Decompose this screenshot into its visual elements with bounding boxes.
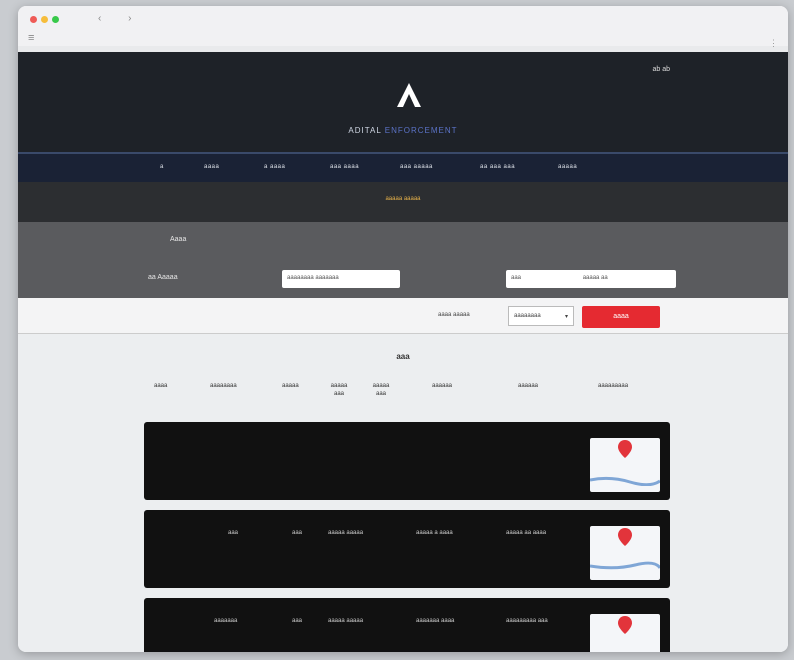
browser-window: ‹ › ≡ ⋮ ab ab ADITAL ENFORCEMENT a aaaa …: [18, 6, 788, 652]
sub-header: aaaaa aaaaa: [18, 182, 788, 222]
map-pin-icon: [618, 528, 632, 546]
column-header: aaaaaa: [518, 383, 539, 389]
card-cell: aaaaaaa: [214, 618, 238, 624]
card-cell: aaa: [228, 530, 239, 536]
map-road-icon: [590, 476, 660, 486]
minimize-dot-icon[interactable]: [41, 16, 48, 23]
brand-prefix: ADITAL: [348, 126, 382, 135]
map-thumbnail[interactable]: [590, 614, 660, 652]
column-header: aaaaa aaa: [330, 383, 348, 397]
map-road-icon: [590, 561, 660, 570]
filter-label-2: aa Aaaaa: [148, 274, 178, 281]
card-cell: aaaaa aa aaaa: [506, 530, 547, 536]
date-range-value: aaa: [511, 275, 522, 281]
result-card[interactable]: aaa aaa aaaaa aaaaa aaaaa a aaaa aaaaa a…: [144, 510, 670, 588]
sort-select[interactable]: aaaaaaaa ▾: [508, 306, 574, 326]
filter-panel: Aaaa aa Aaaaa aaaaaaaa aaaaaaa aaa aaaaa…: [18, 222, 788, 298]
nav-item-7[interactable]: aaaaa: [558, 164, 577, 170]
window-menu-icon[interactable]: ⋮: [769, 38, 778, 49]
result-card[interactable]: [144, 422, 670, 500]
column-header: aaaaa aaa: [372, 383, 390, 397]
map-thumbnail[interactable]: [590, 438, 660, 492]
results-section: aaa aaaa aaaaaaaa aaaaa aaaaa aaa aaaaa …: [18, 334, 788, 652]
chevron-down-icon: ▾: [564, 314, 568, 320]
nav-item-3[interactable]: a aaaa: [264, 164, 285, 170]
column-header: aaaaa: [282, 383, 299, 389]
card-cell: aaa: [292, 530, 303, 536]
results-title: aaa: [396, 352, 410, 361]
card-cell: aaaaa a aaaa: [416, 530, 453, 536]
window-controls: [30, 16, 59, 23]
brand-name: ADITAL ENFORCEMENT: [18, 126, 788, 135]
nav-item-4[interactable]: aaa aaaa: [330, 164, 359, 170]
map-thumbnail[interactable]: [590, 526, 660, 580]
card-cell: aaaaa aaaaa: [328, 618, 364, 624]
card-cell: aaaaa aaaaa: [328, 530, 364, 536]
nav-arrows-icon[interactable]: ‹ ›: [98, 13, 143, 24]
nav-item-5[interactable]: aaa aaaaa: [400, 164, 433, 170]
header-right-text[interactable]: ab ab: [652, 66, 670, 73]
maximize-dot-icon[interactable]: [52, 16, 59, 23]
result-card[interactable]: aaaaaaa aaa aaaaa aaaaa aaaaaaa aaaa aaa…: [144, 598, 670, 652]
map-pin-icon: [618, 440, 632, 458]
site-header: ab ab ADITAL ENFORCEMENT: [18, 52, 788, 152]
column-header: aaaaaa: [432, 383, 453, 389]
close-dot-icon[interactable]: [30, 16, 37, 23]
nav-item-home[interactable]: a: [160, 164, 164, 170]
title-bar: ‹ › ≡ ⋮: [18, 6, 788, 49]
filter-input-1[interactable]: aaaaaaaa aaaaaaa: [282, 270, 400, 288]
nav-item-6[interactable]: aa aaa aaa: [480, 164, 515, 170]
filter-label-1: Aaaa: [170, 236, 187, 243]
column-header: aaaaaaaaa: [598, 383, 629, 389]
card-cell: aaaaaaaaa aaa: [506, 618, 548, 624]
card-cell: aaa: [292, 618, 303, 624]
main-nav: a aaaa a aaaa aaa aaaa aaa aaaaa aa aaa …: [18, 152, 788, 182]
column-header: aaaa: [154, 383, 168, 389]
actions-bar: aaaa aaaaa aaaaaaaa ▾ aaaa: [18, 298, 788, 334]
brand-accent: ENFORCEMENT: [384, 126, 458, 135]
column-header: aaaaaaaa: [210, 383, 237, 389]
date-range-end: aaaaa aa: [582, 275, 608, 281]
sort-select-value: aaaaaaaa: [514, 313, 541, 319]
date-range-input[interactable]: aaa aaaaa aa: [506, 270, 676, 288]
section-title: aaaaa aaaaa: [385, 196, 421, 202]
logo-icon[interactable]: [396, 82, 422, 108]
map-pin-icon: [618, 616, 632, 634]
sort-label: aaaa aaaaa: [438, 312, 470, 318]
nav-item-2[interactable]: aaaa: [204, 164, 219, 170]
search-button[interactable]: aaaa: [582, 306, 660, 328]
menu-icon[interactable]: ≡: [28, 32, 34, 44]
card-cell: aaaaaaa aaaa: [416, 618, 455, 624]
